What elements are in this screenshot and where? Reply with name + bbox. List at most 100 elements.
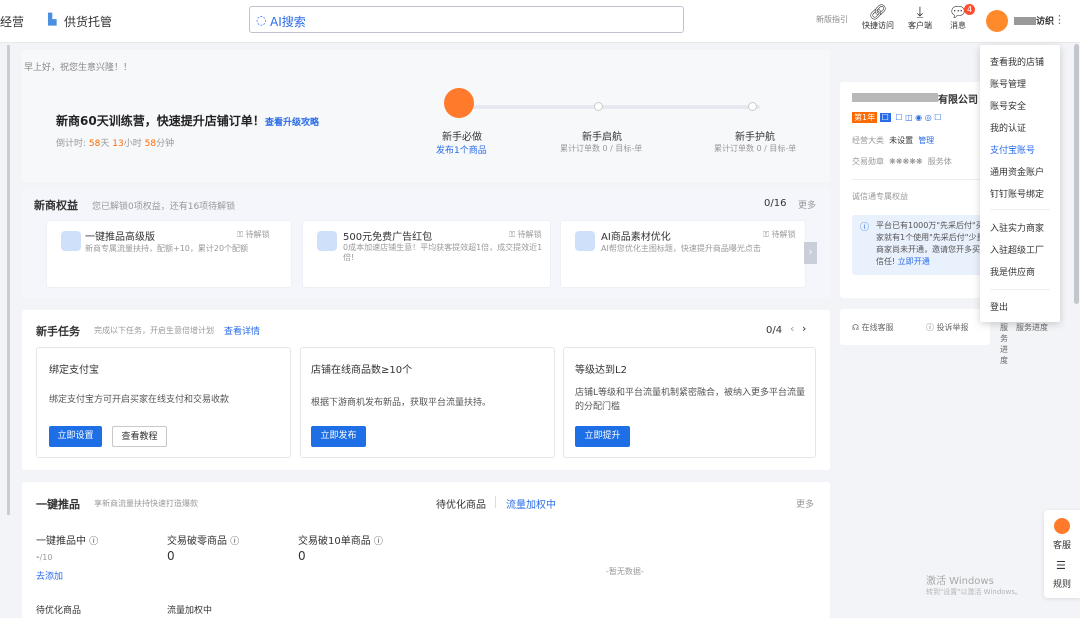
task-3-button[interactable]: 立即提升 <box>575 426 630 447</box>
step-dot-3 <box>748 102 757 111</box>
task-3-desc: 店铺L等级和平台流量机制紧密融合，被纳入更多平台流量的分配门槛 <box>575 388 806 412</box>
empty-state: -暂无数据- <box>606 567 644 576</box>
info-icon: ⓘ <box>860 223 870 233</box>
alert-icon: ⓘ <box>926 323 934 332</box>
right-scrollbar[interactable] <box>1074 44 1079 304</box>
menu-divider-1 <box>990 209 1050 210</box>
add-link[interactable]: 去添加 <box>36 569 63 582</box>
search-input[interactable]: ◌ AI搜索 <box>249 6 684 33</box>
right-2-desc: 0成本加速店铺生意！平均获客提效超1倍，成交提效近1倍! <box>343 243 543 262</box>
stat-1-value: -/10 <box>36 552 53 563</box>
menu-item-dingtalk[interactable]: 钉钉账号绑定 <box>990 187 1044 200</box>
tab-supply[interactable]: 供货托管 <box>64 13 112 30</box>
menu-item-my-certification[interactable]: 我的认证 <box>990 121 1026 134</box>
menu-item-fund-account[interactable]: 通用资金账户 <box>990 165 1044 178</box>
step-dot-2 <box>594 102 603 111</box>
complaint-button[interactable]: ⓘ 投诉举报 <box>926 322 969 333</box>
menu-item-super-factory[interactable]: 入驻超级工厂 <box>990 243 1044 256</box>
company-badges: 第1年 ☐ ☐ ◫ ◉ ◎ ☐ <box>852 112 943 123</box>
tasks-prev-icon[interactable]: ‹ <box>790 322 794 335</box>
footer-label-2: 流量加权中 <box>167 606 213 616</box>
right-3-desc: AI帮您优化主图标题，快速提升商品曝光点击 <box>601 244 761 253</box>
bonus-icon <box>61 231 81 251</box>
right-card-3[interactable]: AI商品素材优化 ⚿ 待解锁 AI帮您优化主图标题，快速提升商品曝光点击 <box>560 220 806 288</box>
menu-item-account-security[interactable]: 账号安全 <box>990 99 1026 112</box>
avatar[interactable] <box>986 10 1008 32</box>
new-guide-link[interactable]: 新版指引 <box>816 14 848 25</box>
coupon-icon <box>317 231 337 251</box>
side-rules-button[interactable]: 规则 <box>1053 577 1071 590</box>
task-1-button[interactable]: 立即设置 <box>49 426 102 447</box>
footer-label-1: 待优化商品 <box>36 606 82 616</box>
right-card-1[interactable]: 一键推品高级版 ⚿ 待解锁 新商专属流量扶持，配额+10，累计20个配额 <box>46 220 292 288</box>
quick-access-label: 快捷访问 <box>862 21 894 30</box>
tasks-count: 0/4 <box>766 325 783 336</box>
camp-title: 新商60天训练营，快速提升店铺订单！ <box>56 114 265 128</box>
camp-panel: 早上好，祝您生意兴隆！！ 新商60天训练营，快速提升店铺订单！ 查看升级攻略 倒… <box>22 50 830 182</box>
tab-divider <box>495 496 496 508</box>
service-row: ☊ 在线客服 ⓘ 投诉举报 服务进度 <box>840 309 1008 365</box>
ai-search-icon: ◌ <box>256 13 267 27</box>
task-card-2: 店铺在线商品数≥10个 根据下游商机发布新品，获取平台流量扶持。 立即发布 <box>300 347 555 458</box>
promote-title: 一键推品 <box>36 498 80 511</box>
mascot-icon <box>444 88 474 118</box>
rights-more[interactable]: 更多 <box>798 198 816 211</box>
task-2-button[interactable]: 立即发布 <box>311 426 366 447</box>
rights-panel: 新商权益 您已解锁0项权益，还有16项待解锁 0/16 更多 一键推品高级版 ⚿… <box>22 188 830 298</box>
tasks-link[interactable]: 查看详情 <box>224 324 260 337</box>
menu-item-alipay[interactable]: 支付宝账号 <box>990 143 1035 156</box>
username-suffix: 访织 <box>1036 17 1055 27</box>
right-1-desc: 新商专属流量扶持，配额+10，累计20个配额 <box>85 244 249 253</box>
notice-text: 平台已有1000万"先采后付"买家就有1个使用"先采后付"少量商家尚未开通，邀请… <box>876 221 988 266</box>
rights-next-arrow[interactable]: › <box>804 242 817 264</box>
store-icon: ▙ <box>48 13 57 26</box>
task-1-title: 绑定支付宝 <box>49 365 99 376</box>
right-3-title: AI商品素材优化 <box>601 232 671 243</box>
credit-row: 交易勋章 ❋❋❋❋❋ 服务体 <box>852 157 952 166</box>
right-3-status: ⚿ 待解锁 <box>763 230 796 239</box>
search-placeholder: AI搜索 <box>270 15 306 29</box>
tasks-next-icon[interactable]: › <box>802 322 806 335</box>
client-button[interactable]: ⤓ 客户端 <box>902 4 938 31</box>
messages-button[interactable]: 💬︎ 消息 4 <box>940 4 976 31</box>
task-1-desc: 绑定支付宝方可开启买家在线支付和交易收款 <box>49 395 230 405</box>
right-card-2[interactable]: 500元免费广告红包 ⚿ 待解锁 0成本加速店铺生意！平均获客提效超1倍，成交提… <box>302 220 551 288</box>
activation-watermark-title: 激活 Windows <box>926 576 994 587</box>
tab-manage[interactable]: 经营 <box>0 13 24 30</box>
account-dropdown: 查看我的店铺 账号管理 账号安全 我的认证 支付宝账号 通用资金账户 钉钉账号绑… <box>980 45 1060 322</box>
more-icon[interactable]: ⋮ <box>1054 13 1065 26</box>
menu-item-account-manage[interactable]: 账号管理 <box>990 77 1026 90</box>
activation-watermark-sub: 转到"设置"以激活 Windows。 <box>926 588 1022 596</box>
step-1-sub[interactable]: 发布1个商品 <box>436 143 487 156</box>
client-label: 客户端 <box>908 21 932 30</box>
quick-access-button[interactable]: 🔗︎ 快捷访问 <box>860 4 896 31</box>
stat-1-label: 一键推品中 ⓘ <box>36 536 99 547</box>
camp-link[interactable]: 查看升级攻略 <box>265 115 319 128</box>
rules-icon: ☰ <box>1056 559 1066 572</box>
ai-material-icon <box>575 231 595 251</box>
right-2-title: 500元免费广告红包 <box>343 232 433 243</box>
countdown: 倒计时: 58天 13小时 58分钟 <box>56 139 175 149</box>
tab-traffic-boost[interactable]: 流量加权中 <box>506 496 556 511</box>
promote-more[interactable]: 更多 <box>796 497 814 510</box>
top-bar: 经营 ▙ 供货托管 ◌ AI搜索 新版指引 🔗︎ 快捷访问 ⤓ 客户端 💬︎ 消… <box>0 0 1080 43</box>
company-panel: 有限公司 第1年 ☐ ☐ ◫ ◉ ◎ ☐ 经营大类 未设置 管理 交易勋章 ❋❋… <box>840 82 990 298</box>
headset-icon: ☊ <box>852 323 860 332</box>
service-progress-button[interactable]: 服务进度 <box>1016 322 1048 333</box>
menu-item-supplier[interactable]: 我是供应商 <box>990 265 1035 278</box>
side-service-button[interactable]: 客服 <box>1053 538 1071 551</box>
left-scrollbar[interactable] <box>7 45 10 515</box>
task-1-tutorial-button[interactable]: 查看教程 <box>112 426 167 447</box>
tab-pending-optimize[interactable]: 待优化商品 <box>436 496 486 511</box>
progress-button[interactable]: 服务进度 <box>1000 322 1008 366</box>
promote-panel: 一键推品 享新商流量扶持快速打造爆款 待优化商品 流量加权中 更多 一键推品中 … <box>22 482 830 618</box>
menu-item-strength-merchant[interactable]: 入驻实力商家 <box>990 221 1044 234</box>
right-1-title: 一键推品高级版 <box>85 232 155 243</box>
task-3-title: 等级达到L2 <box>575 365 627 376</box>
menu-item-logout[interactable]: 登出 <box>990 300 1008 313</box>
menu-item-view-store[interactable]: 查看我的店铺 <box>990 55 1044 68</box>
online-service-button[interactable]: ☊ 在线客服 <box>852 322 894 333</box>
notice-card: ⓘ 平台已有1000万"先采后付"买家就有1个使用"先采后付"少量商家尚未开通，… <box>852 215 990 275</box>
messages-label: 消息 <box>950 21 966 30</box>
floating-side-bar: 客服 ☰ 规则 <box>1044 510 1080 598</box>
